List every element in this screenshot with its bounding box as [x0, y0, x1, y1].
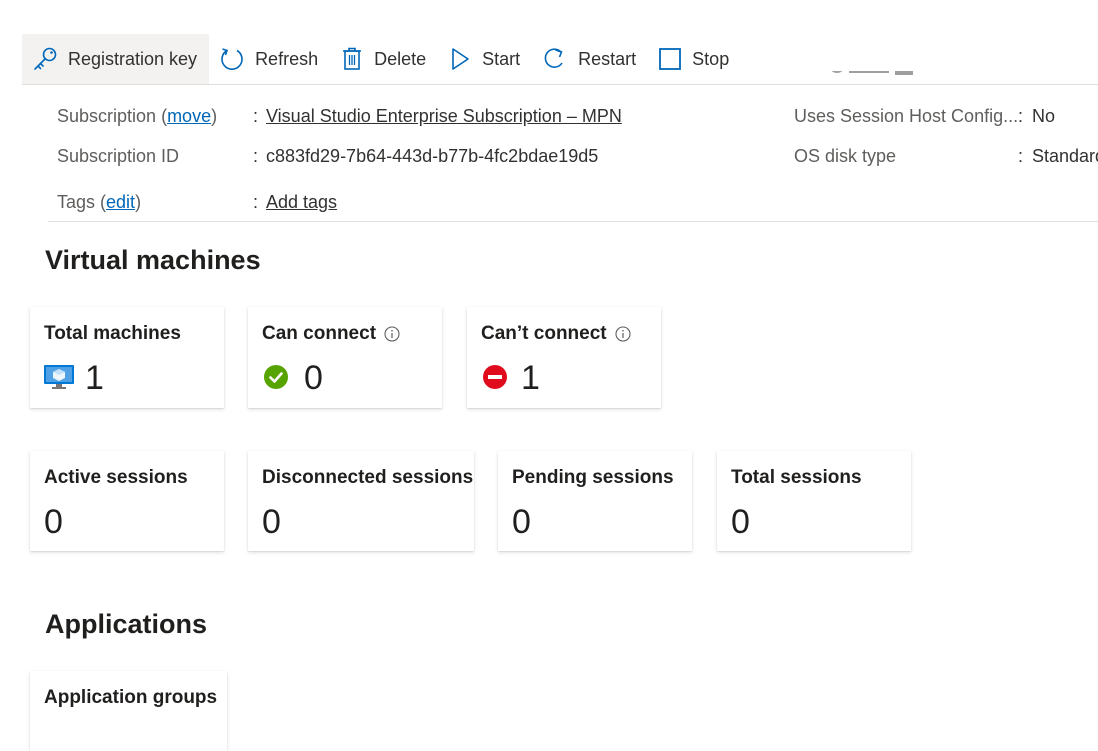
add-tags-link[interactable]: Add tags: [266, 192, 337, 213]
os-disk-type-value: Standard: [1032, 146, 1098, 166]
session-host-config-label: Uses Session Host Config...: [794, 106, 1019, 126]
refresh-icon: [221, 48, 243, 70]
active-sessions-tile[interactable]: Active sessions 0: [30, 451, 224, 551]
tile-title: Disconnected sessions: [262, 467, 474, 488]
total-machines-tile[interactable]: Total machines 1: [30, 307, 224, 408]
disconnected-sessions-tile[interactable]: Disconnected sessions 0: [248, 451, 474, 551]
key-icon: [34, 47, 57, 70]
tile-title: Application groups: [44, 687, 218, 708]
tile-title: Pending sessions: [512, 467, 674, 488]
restart-button[interactable]: Restart: [532, 34, 648, 84]
refresh-button[interactable]: Refresh: [209, 34, 330, 84]
start-button[interactable]: Start: [438, 34, 532, 84]
stop-label: Stop: [692, 48, 730, 69]
blocked-error-icon: [483, 365, 507, 389]
tile-value: 0: [262, 503, 281, 541]
application-groups-tile[interactable]: Application groups: [30, 671, 227, 751]
pending-sessions-tile[interactable]: Pending sessions 0: [498, 451, 692, 551]
subscription-move-link[interactable]: move: [167, 106, 211, 126]
info-icon[interactable]: [384, 326, 400, 342]
restart-icon: [544, 48, 563, 68]
virtual-machines-heading: Virtual machines: [45, 245, 261, 275]
essentials-divider: [48, 221, 1098, 222]
delete-button[interactable]: Delete: [330, 34, 438, 84]
registration-key-label: Registration key: [68, 48, 198, 69]
stop-icon: [659, 48, 682, 70]
tile-value: 1: [521, 359, 540, 397]
can-connect-tile[interactable]: Can connect 0: [248, 307, 442, 408]
start-label: Start: [482, 48, 521, 69]
tile-title: Can connect: [262, 323, 377, 344]
restart-label: Restart: [578, 48, 637, 69]
scrolled-row-fragment: [795, 71, 965, 85]
cant-connect-tile[interactable]: Can’t connect 1: [467, 307, 661, 408]
session-host-config-value: No: [1032, 106, 1056, 126]
subscription-id-label: Subscription ID: [57, 146, 180, 166]
tile-title: Total machines: [44, 323, 181, 344]
separator: :: [253, 192, 259, 212]
success-check-icon: [264, 365, 288, 389]
tile-value: 0: [304, 359, 323, 397]
stop-button[interactable]: Stop: [648, 34, 741, 84]
separator: :: [1018, 146, 1024, 166]
tile-value: 0: [512, 503, 531, 541]
os-disk-type-label: OS disk type: [794, 146, 897, 166]
subscription-link[interactable]: Visual Studio Enterprise Subscription – …: [266, 106, 622, 127]
tags-edit-link[interactable]: edit: [106, 192, 135, 212]
tags-label: Tags (edit): [57, 192, 142, 212]
applications-heading: Applications: [45, 609, 208, 639]
info-icon[interactable]: [615, 326, 631, 342]
subscription-id-value: c883fd29-7b64-443d-b77b-4fc2bdae19d5: [266, 146, 599, 166]
virtual-machine-icon: [44, 365, 74, 389]
tile-title: Can’t connect: [481, 323, 607, 344]
separator: :: [1018, 106, 1024, 126]
total-sessions-tile[interactable]: Total sessions 0: [717, 451, 911, 551]
subscription-label: Subscription (move): [57, 106, 218, 126]
tile-value: 0: [731, 503, 750, 541]
delete-label: Delete: [374, 48, 427, 69]
play-icon: [452, 48, 469, 70]
tile-value: 1: [85, 359, 104, 397]
tile-title: Total sessions: [731, 467, 862, 488]
refresh-label: Refresh: [255, 48, 319, 69]
tile-title: Active sessions: [44, 467, 188, 488]
separator: :: [253, 106, 259, 126]
separator: :: [253, 146, 259, 166]
tile-value: 0: [44, 503, 63, 541]
registration-key-button[interactable]: Registration key: [22, 34, 210, 84]
trash-icon: [343, 47, 362, 70]
